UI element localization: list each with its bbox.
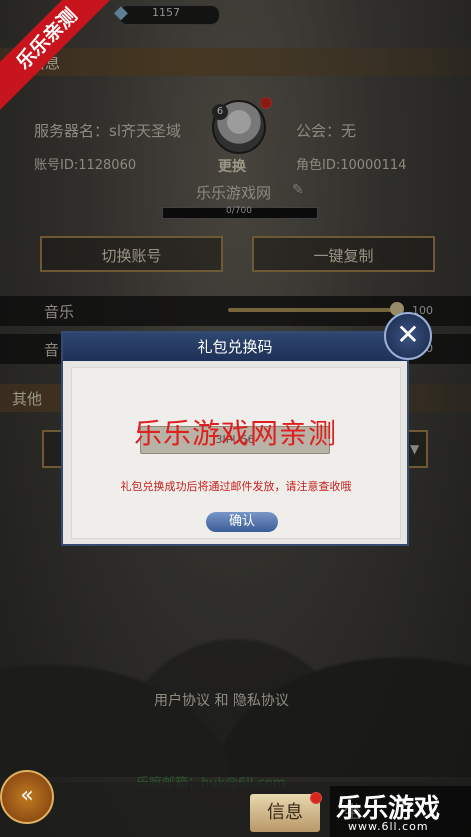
tab-info-notification-dot <box>310 792 322 804</box>
watermark-text: 乐乐游戏网亲测 <box>134 417 338 450</box>
brand-url: www.6ll.com <box>348 820 429 833</box>
dialog-title: 礼包兑换码 <box>63 333 407 361</box>
dialog-body: 3IPU56 礼包兑换成功后将通过邮件发放，请注意查收哦 确认 <box>71 367 401 539</box>
dialog-message: 礼包兑换成功后将通过邮件发放，请注意查收哦 <box>120 480 352 493</box>
brand-watermark: 乐乐游戏 www.6ll.com <box>330 786 471 837</box>
back-arrow-icon[interactable]: « <box>0 770 54 824</box>
close-icon[interactable]: ✕ <box>384 312 432 360</box>
confirm-button[interactable]: 确认 <box>206 512 278 532</box>
